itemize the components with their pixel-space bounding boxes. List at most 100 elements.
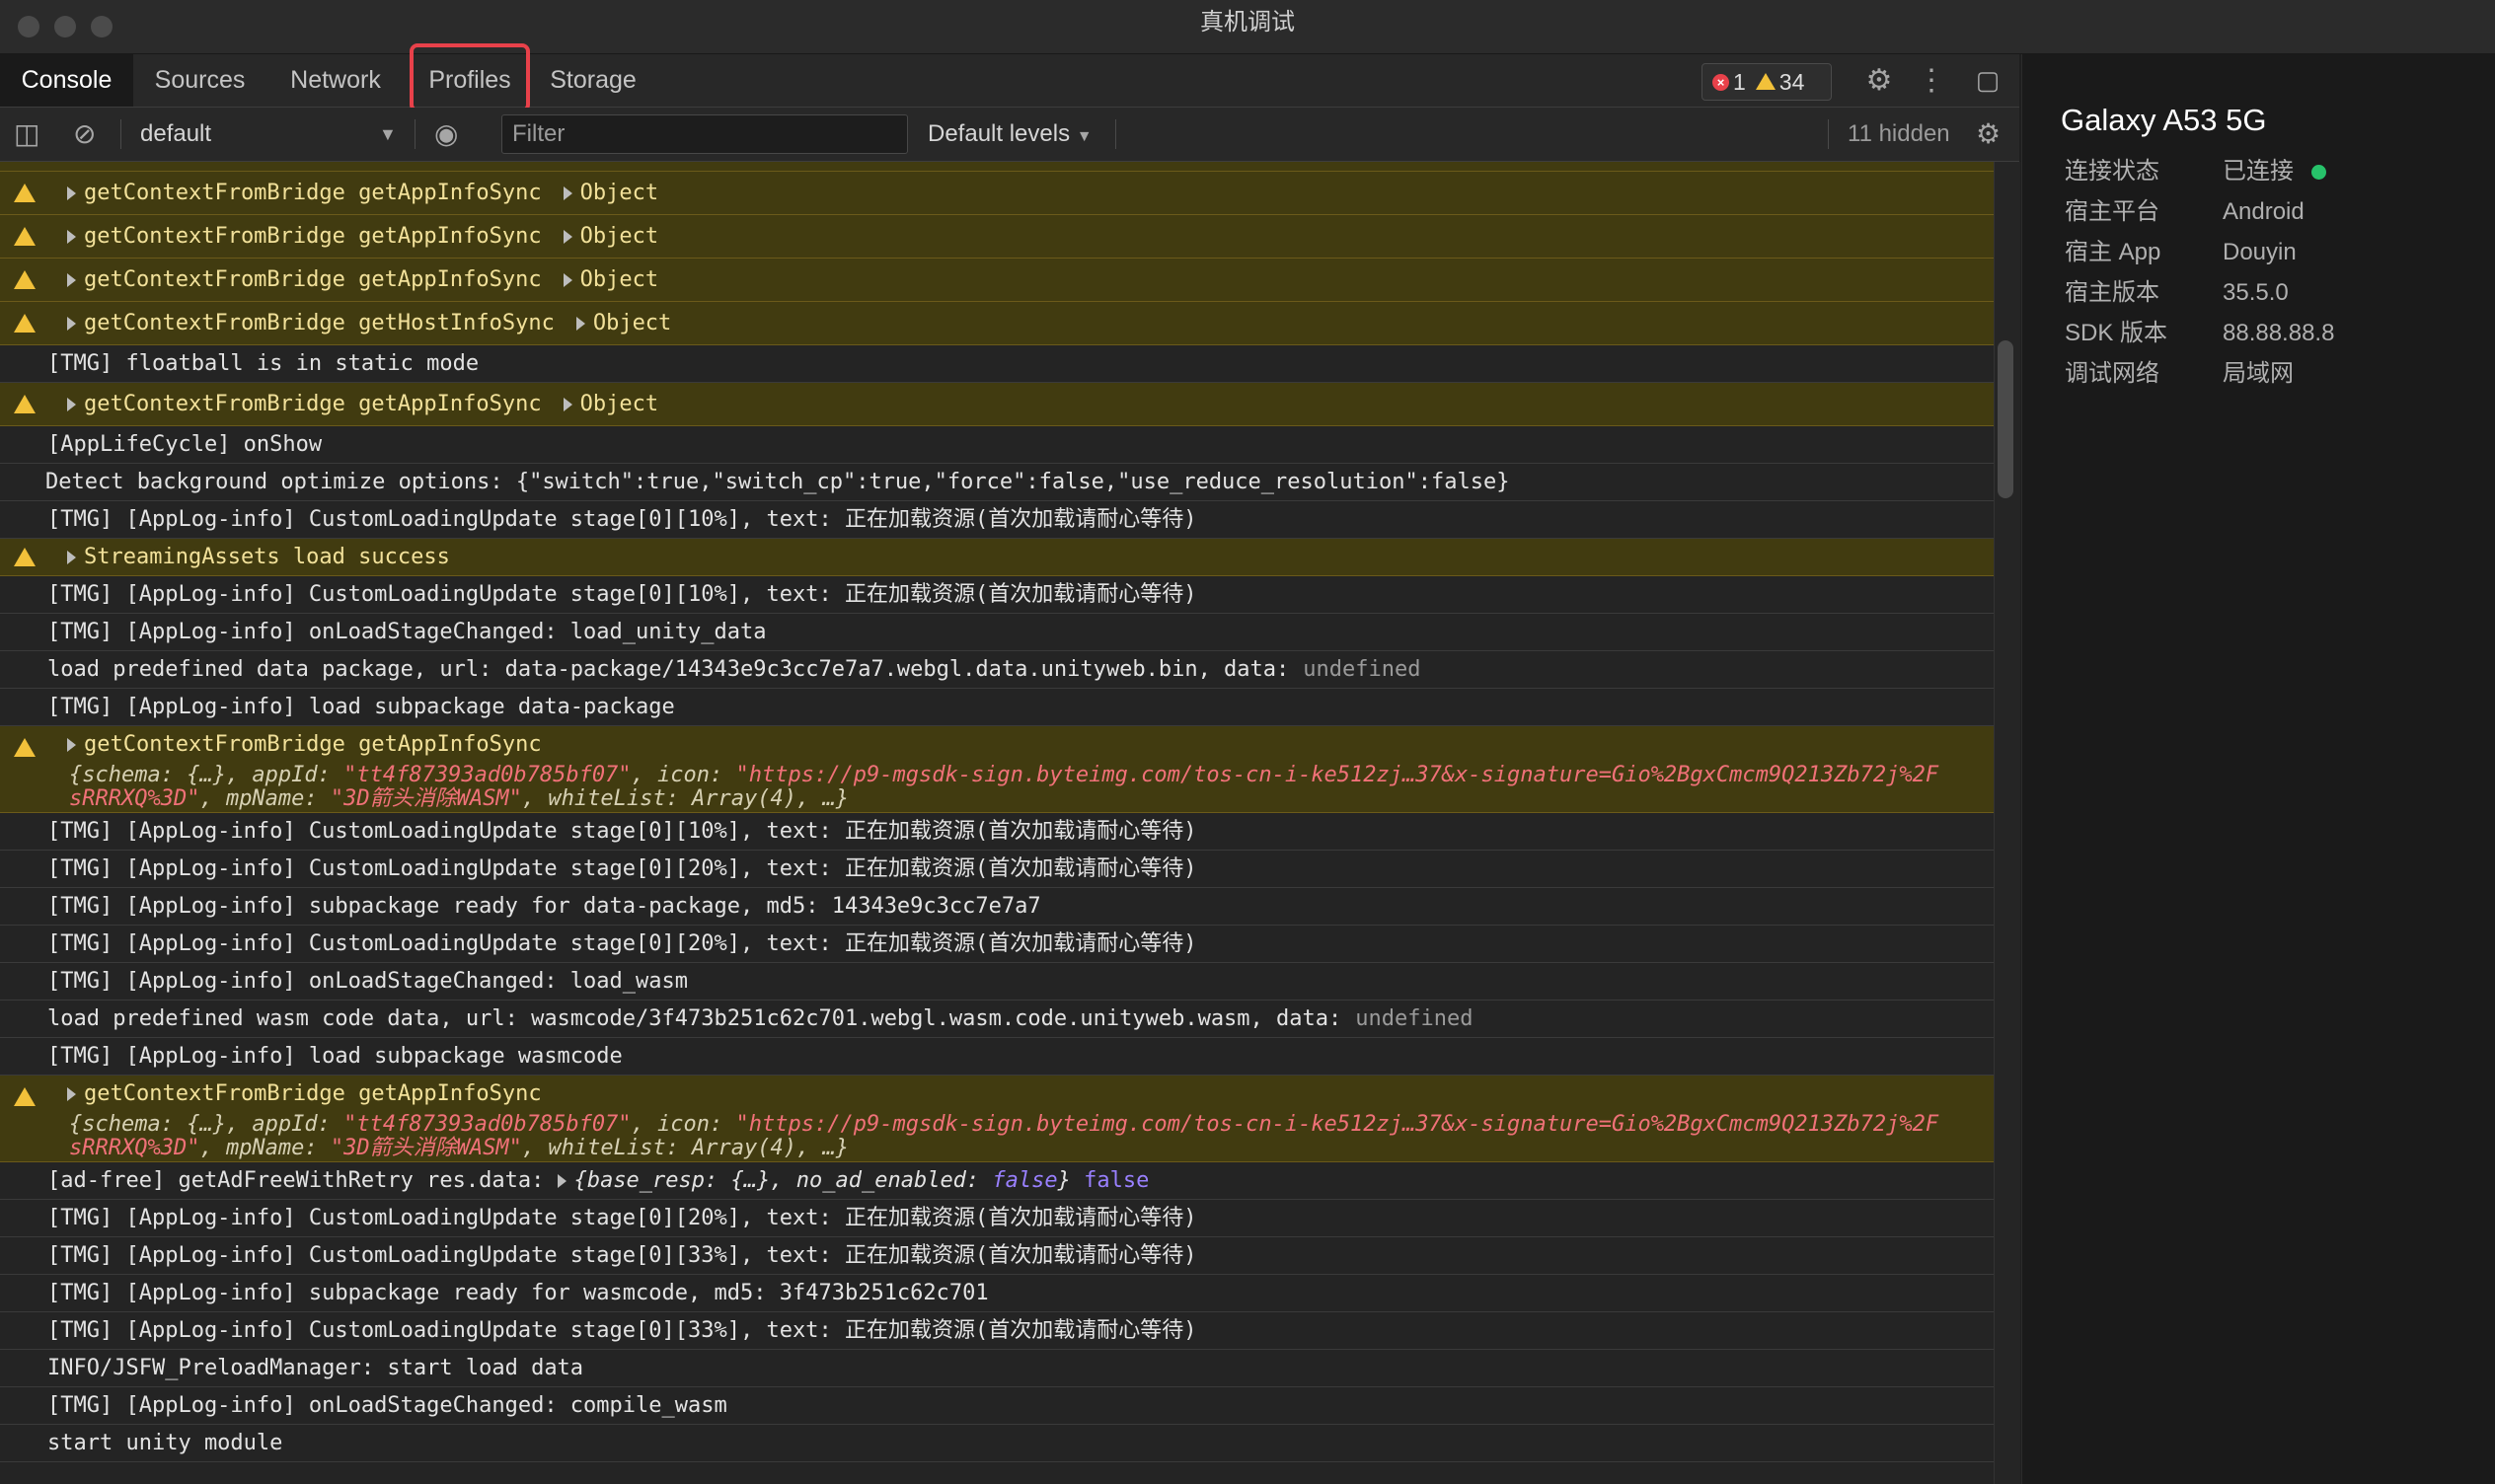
info-value: Douyin [2223,239,2297,265]
info-key: 调试网络 [2065,360,2159,387]
tab-storage[interactable]: Storage [541,54,645,107]
expand-caret-icon[interactable] [67,1087,76,1101]
expand-caret-icon[interactable] [67,738,76,752]
log-row[interactable]: [TMG] [AppLog-info] CustomLoadingUpdate … [0,576,1994,614]
sidebar-toggle-icon[interactable]: ◫ [14,108,39,161]
log-row[interactable]: [TMG] [AppLog-info] load subpackage data… [0,689,1994,726]
log-row-warning[interactable]: getContextFromBridge getAppInfoSync Objec… [0,383,1994,426]
filter-input[interactable] [501,114,908,154]
log-row[interactable]: [TMG] [AppLog-info] CustomLoadingUpdate … [0,1312,1994,1350]
console-log-list[interactable]: getContextFromBridge getAppInfoSync Objec… [0,162,1994,1484]
expand-caret-icon[interactable] [557,1174,567,1188]
icon-url-value[interactable]: "https://p9-mgsdk-sign.byteimg.com/tos-c… [736,763,1939,787]
log-text: [TMG] [AppLog-info] CustomLoadingUpdate … [47,1243,1197,1268]
log-row[interactable]: [TMG] [AppLog-info] CustomLoadingUpdate … [0,851,1994,888]
info-key: 连接状态 [2065,158,2159,185]
log-text: [TMG] [AppLog-info] CustomLoadingUpdate … [47,819,1197,844]
log-row[interactable]: [TMG] [AppLog-info] CustomLoadingUpdate … [0,926,1994,963]
dock-panel-icon[interactable]: ▢ [1968,54,2007,107]
log-row[interactable]: [TMG] [AppLog-info] subpackage ready for… [0,888,1994,926]
info-row-connection: 连接状态 已连接 [2065,155,2326,188]
log-text: load predefined wasm code data, url: was… [47,1006,1342,1031]
info-row-platform: 宿主平台 Android [2065,195,2305,229]
log-levels-label: Default levels [928,120,1071,147]
context-selector[interactable]: default [140,108,211,161]
log-object[interactable]: Object [580,392,658,416]
expand-caret-icon[interactable] [67,398,76,411]
log-row[interactable]: [TMG] [AppLog-info] onLoadStageChanged: … [0,1387,1994,1425]
settings-gear-icon[interactable]: ⚙ [1859,54,1899,107]
expand-caret-icon[interactable] [67,317,76,331]
log-row[interactable]: INFO/JSFW_PreloadManager: start load dat… [0,1350,1994,1387]
icon-url-tail: sRRRXQ%3D" [69,786,200,811]
log-row-warning[interactable]: getContextFromBridge getHostInfoSync Obje… [0,302,1994,345]
mpname-value: "3D箭头消除WASM" [330,786,522,811]
log-text: [TMG] floatball is in static mode [47,351,480,376]
log-row[interactable]: load predefined data package, url: data-… [0,651,1994,689]
log-row[interactable]: [TMG] [AppLog-info] CustomLoadingUpdate … [0,813,1994,851]
log-row[interactable]: [ad-free] getAdFreeWithRetry res.data: {… [0,1162,1994,1200]
log-text: [ad-free] getAdFreeWithRetry res.data: [47,1168,545,1193]
more-options-icon[interactable]: ⋮ [1917,54,1946,107]
log-row[interactable]: [TMG] [AppLog-info] CustomLoadingUpdate … [0,501,1994,539]
expand-caret-icon[interactable] [563,273,572,287]
info-key: 宿主平台 [2065,198,2159,225]
log-row[interactable]: start unity module [0,1425,1994,1462]
console-scrollbar-thumb[interactable] [1998,340,2013,498]
window-title: 真机调试 [1200,9,1295,36]
expand-caret-icon[interactable] [67,186,76,200]
log-row-warning[interactable]: getContextFromBridge getAppInfoSync Objec… [0,172,1994,215]
log-object[interactable]: Object [580,267,658,292]
expand-caret-icon[interactable] [67,551,76,564]
log-row-warning[interactable]: getContextFromBridge getAppInfoSync Objec… [0,259,1994,302]
log-row-warning-expanded[interactable]: getContextFromBridge getAppInfoSync {sch… [0,1076,1994,1162]
tab-sources[interactable]: Sources [138,54,262,107]
clear-console-icon[interactable]: ⊘ [73,108,96,161]
log-row[interactable]: load predefined wasm code data, url: was… [0,1001,1994,1038]
log-text: Detect background optimize options: {"sw… [45,470,1510,494]
log-row[interactable]: [TMG] [AppLog-info] onLoadStageChanged: … [0,963,1994,1001]
expand-caret-icon[interactable] [67,273,76,287]
tab-console[interactable]: Console [0,54,133,107]
expand-caret-icon[interactable] [575,317,585,331]
live-expression-eye-icon[interactable]: ◉ [434,108,458,161]
log-row[interactable]: [TMG] [AppLog-info] load subpackage wasm… [0,1038,1994,1076]
log-text: INFO/JSFW_PreloadManager: start load dat… [47,1356,584,1380]
log-object[interactable]: Object [580,181,658,205]
expand-caret-icon[interactable] [563,398,572,411]
expand-caret-icon[interactable] [67,230,76,244]
log-row-warning[interactable]: getContextFromBridge getAppInfoSync Objec… [0,215,1994,259]
log-text: [TMG] [AppLog-info] CustomLoadingUpdate … [47,856,1197,881]
log-object[interactable]: Object [593,311,671,335]
resp-object: {base_resp: {…}, no_ad_enabled: [573,1168,993,1193]
log-row[interactable]: [TMG] [AppLog-info] subpackage ready for… [0,1275,1994,1312]
warning-icon [14,270,36,289]
info-key: 宿主 App [2065,239,2161,265]
icon-url-value[interactable]: "https://p9-mgsdk-sign.byteimg.com/tos-c… [736,1112,1939,1137]
info-value: Android [2223,198,2305,225]
log-row[interactable]: [TMG] [AppLog-info] CustomLoadingUpdate … [0,1200,1994,1237]
log-levels-dropdown[interactable]: Default levels ▼ [928,108,1093,164]
error-count: 1 [1733,69,1746,95]
log-object[interactable]: Object [580,224,658,249]
log-row[interactable]: [TMG] floatball is in static mode [0,345,1994,383]
issue-counts[interactable]: × 1 34 [1701,63,1832,101]
expand-caret-icon[interactable] [563,186,572,200]
log-object-preview[interactable]: {schema: {…}, appId: "tt4f87393ad0b785bf… [69,764,1938,811]
info-key: 宿主版本 [2065,279,2159,306]
log-row-warning[interactable]: StreamingAssets load success [0,539,1994,576]
warning-icon [14,227,36,246]
log-text: start unity module [47,1431,283,1455]
log-row[interactable]: Detect background optimize options: {"sw… [0,464,1994,501]
chevron-down-icon[interactable]: ▼ [379,108,397,161]
log-object-preview[interactable]: {schema: {…}, appId: "tt4f87393ad0b785bf… [69,1113,1938,1160]
log-row[interactable]: [AppLifeCycle] onShow [0,426,1994,464]
device-name: Galaxy A53 5G [2061,103,2267,137]
log-row-warning-expanded[interactable]: getContextFromBridge getAppInfoSync {sch… [0,726,1994,813]
tab-network[interactable]: Network [276,54,395,107]
log-row[interactable]: [TMG] [AppLog-info] CustomLoadingUpdate … [0,1237,1994,1275]
console-settings-gear-icon[interactable]: ⚙ [1976,108,2001,161]
log-text: [TMG] [AppLog-info] load subpackage data… [47,695,675,719]
expand-caret-icon[interactable] [563,230,572,244]
log-row[interactable]: [TMG] [AppLog-info] onLoadStageChanged: … [0,614,1994,651]
